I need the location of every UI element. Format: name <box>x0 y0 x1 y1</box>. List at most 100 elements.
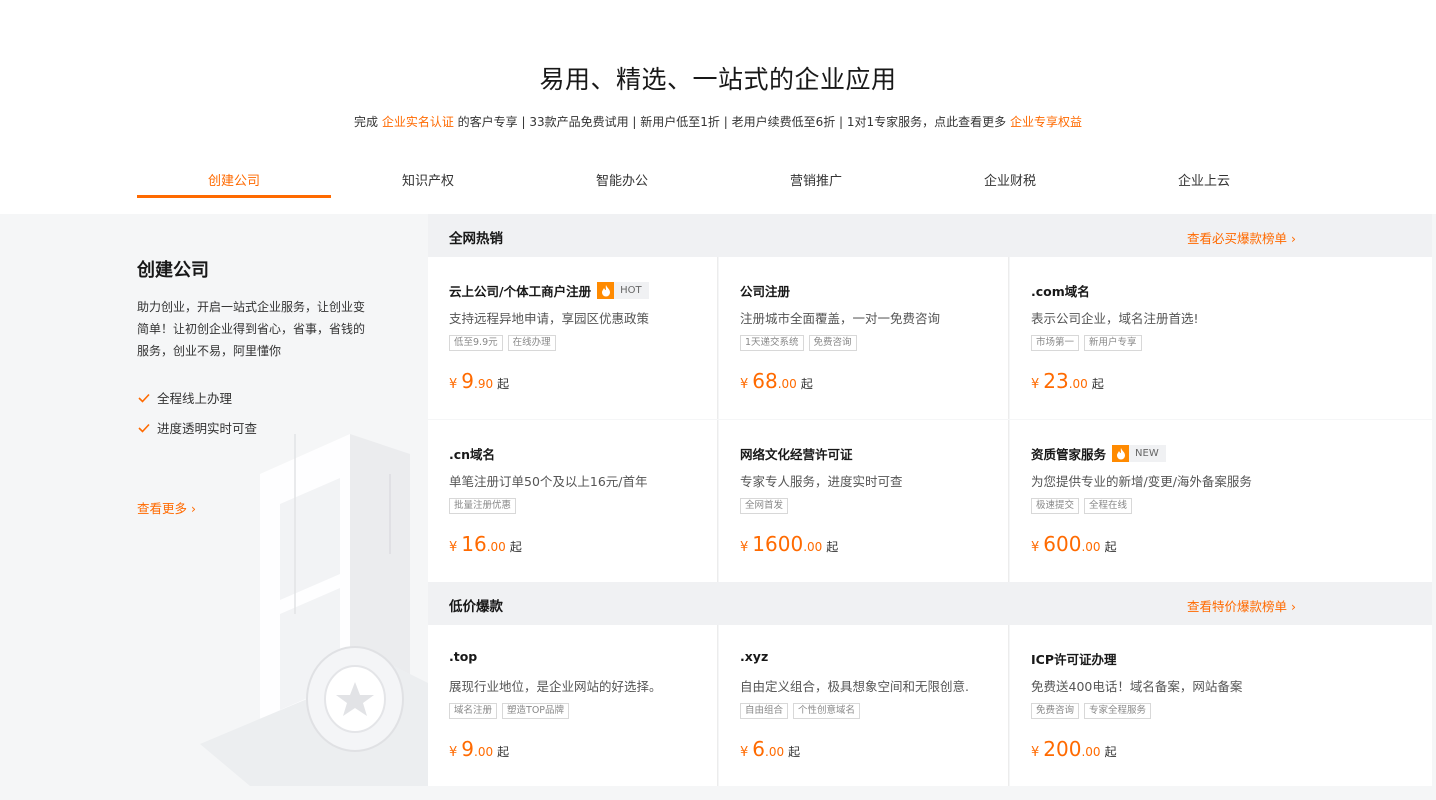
tab-create-company[interactable]: 创建公司 <box>137 160 331 198</box>
badge-label: HOT <box>620 285 642 296</box>
product-tags: 1天递交系统 免费咨询 <box>740 335 857 351</box>
product-tags: 域名注册 塑造TOP品牌 <box>449 703 570 719</box>
price-from-label: 起 <box>509 540 522 554</box>
price-integer: 23 <box>1043 369 1069 393</box>
product-desc: 注册城市全面覆盖，一对一免费咨询 <box>740 311 941 326</box>
product-name-text: 公司注册 <box>740 284 791 299</box>
tab-finance-tax[interactable]: 企业财税 <box>913 160 1107 198</box>
price-currency: ¥ <box>1031 540 1040 555</box>
subtitle-middle: 的客户专享 | 33款产品免费试用 | 新用户低至1折 | 老用户续费低至6折 … <box>457 115 1007 129</box>
feature-online: 全程线上办理 <box>137 388 232 407</box>
product-name: 网络文化经营许可证 <box>740 444 853 463</box>
price-decimal: .00 <box>765 745 785 759</box>
product-tag: 全程在线 <box>1084 498 1133 514</box>
product-name: 资质管家服务 NEW <box>1031 444 1166 463</box>
check-icon <box>138 393 150 403</box>
product-card[interactable]: 云上公司/个体工商户注册 HOT 支持远程异地申请，享园区优惠政策 低至9.9元… <box>428 257 718 419</box>
price-currency: ¥ <box>1031 745 1040 760</box>
price-integer: 6 <box>752 737 766 761</box>
product-desc: 免费送400电话！域名备案，网站备案 <box>1031 679 1243 694</box>
product-tag: 极速提交 <box>1031 498 1080 514</box>
product-price: ¥ 68 .00 起 <box>740 369 813 393</box>
tab-intellectual-property[interactable]: 知识产权 <box>331 160 525 198</box>
product-price: ¥ 9 .90 起 <box>449 369 509 393</box>
realname-auth-link[interactable]: 企业实名认证 <box>382 115 454 129</box>
feature-progress-label: 进度透明实时可查 <box>157 421 258 436</box>
category-tabs: 创建公司 知识产权 智能办公 营销推广 企业财税 企业上云 <box>137 160 1301 198</box>
product-card[interactable]: .xyz 自由定义组合，极具想象空间和无限创意. 自由组合 个性创意域名 ¥ 6… <box>719 625 1009 786</box>
price-from-label: 起 <box>497 377 510 391</box>
left-panel-title: 创建公司 <box>137 260 209 281</box>
price-integer: 600 <box>1043 532 1082 556</box>
product-tag: 个性创意域名 <box>793 703 861 719</box>
product-name: ICP许可证办理 <box>1031 649 1117 668</box>
product-tag: 批量注册优惠 <box>449 498 517 514</box>
product-desc: 展现行业地位，是企业网站的好选择。 <box>449 679 662 694</box>
product-tags: 低至9.9元 在线办理 <box>449 335 556 351</box>
product-name-text: .top <box>449 649 478 664</box>
product-tag: 自由组合 <box>740 703 789 719</box>
tab-marketing[interactable]: 营销推广 <box>719 160 913 198</box>
price-from-label: 起 <box>788 745 801 759</box>
product-tag: 塑造TOP品牌 <box>502 703 570 719</box>
bottom-divider <box>0 786 1436 800</box>
product-desc: 单笔注册订单50个及以上16元/首年 <box>449 474 648 489</box>
product-name: 云上公司/个体工商户注册 HOT <box>449 281 649 300</box>
section-title: 全网热销 <box>449 231 503 247</box>
tab-smart-office[interactable]: 智能办公 <box>525 160 719 198</box>
product-desc: 表示公司企业，域名注册首选! <box>1031 311 1199 326</box>
price-decimal: .00 <box>1081 745 1101 759</box>
product-tags: 市场第一 新用户专享 <box>1031 335 1142 351</box>
product-card[interactable]: 资质管家服务 NEW 为您提供专业的新增/变更/海外备案服务 极速提交 全程在线… <box>1010 420 1432 582</box>
feature-progress: 进度透明实时可查 <box>137 418 257 437</box>
hot-ranking-link[interactable]: 查看必买爆款榜单 › <box>1187 228 1296 247</box>
product-card[interactable]: 公司注册 注册城市全面覆盖，一对一免费咨询 1天递交系统 免费咨询 ¥ 68 .… <box>719 257 1009 419</box>
hot-badge: HOT <box>597 282 649 299</box>
product-name-text: 云上公司/个体工商户注册 <box>449 284 592 299</box>
product-name: .com域名 <box>1031 281 1090 300</box>
fire-icon <box>1112 445 1130 462</box>
view-more-link[interactable]: 查看更多 › <box>137 498 196 517</box>
product-desc: 支持远程异地申请，享园区优惠政策 <box>449 311 650 326</box>
price-integer: 9 <box>461 369 475 393</box>
section-title: 低价爆款 <box>449 599 503 615</box>
price-currency: ¥ <box>449 540 458 555</box>
product-card[interactable]: .top 展现行业地位，是企业网站的好选择。 域名注册 塑造TOP品牌 ¥ 9 … <box>428 625 718 786</box>
product-tags: 自由组合 个性创意域名 <box>740 703 861 719</box>
product-card[interactable]: 网络文化经营许可证 专家专人服务，进度实时可查 全网首发 ¥ 1600 .00 … <box>719 420 1009 582</box>
special-ranking-link[interactable]: 查看特价爆款榜单 › <box>1187 596 1296 615</box>
product-name-text: 网络文化经营许可证 <box>740 447 853 462</box>
product-name-text: 资质管家服务 <box>1031 447 1107 462</box>
price-from-label: 起 <box>800 377 813 391</box>
price-currency: ¥ <box>449 377 458 392</box>
new-badge: NEW <box>1112 445 1166 462</box>
product-name-text: .com域名 <box>1031 284 1090 299</box>
price-decimal: .00 <box>1081 540 1101 554</box>
product-tag: 免费咨询 <box>1031 703 1080 719</box>
product-desc: 专家专人服务，进度实时可查 <box>740 474 903 489</box>
price-integer: 1600 <box>752 532 804 556</box>
product-desc: 为您提供专业的新增/变更/海外备案服务 <box>1031 474 1252 489</box>
product-card[interactable]: ICP许可证办理 免费送400电话！域名备案，网站备案 免费咨询 专家全程服务 … <box>1010 625 1432 786</box>
product-card[interactable]: .cn域名 单笔注册订单50个及以上16元/首年 批量注册优惠 ¥ 16 .00… <box>428 420 718 582</box>
price-integer: 68 <box>752 369 778 393</box>
check-icon <box>138 423 150 433</box>
left-intro-panel: 创建公司 助力创业，开启一站式企业服务，让创业变简单！让初创企业得到省心，省事，… <box>0 214 428 786</box>
product-name-text: .xyz <box>740 649 769 664</box>
product-price: ¥ 1600 .00 起 <box>740 532 838 556</box>
enterprise-benefits-link[interactable]: 企业专享权益 <box>1010 115 1082 129</box>
tab-cloud[interactable]: 企业上云 <box>1107 160 1301 198</box>
price-from-label: 起 <box>826 540 839 554</box>
product-tags: 全网首发 <box>740 498 789 514</box>
price-decimal: .00 <box>777 377 797 391</box>
product-price: ¥ 23 .00 起 <box>1031 369 1104 393</box>
product-card[interactable]: .com域名 表示公司企业，域名注册首选! 市场第一 新用户专享 ¥ 23 .0… <box>1010 257 1432 419</box>
price-currency: ¥ <box>1031 377 1040 392</box>
subtitle-prefix: 完成 <box>353 115 378 129</box>
badge-label: NEW <box>1135 448 1159 459</box>
product-tag: 1天递交系统 <box>740 335 804 351</box>
price-decimal: .90 <box>474 377 494 391</box>
price-from-label: 起 <box>1104 745 1117 759</box>
product-tag: 免费咨询 <box>808 335 857 351</box>
product-tag: 全网首发 <box>740 498 789 514</box>
